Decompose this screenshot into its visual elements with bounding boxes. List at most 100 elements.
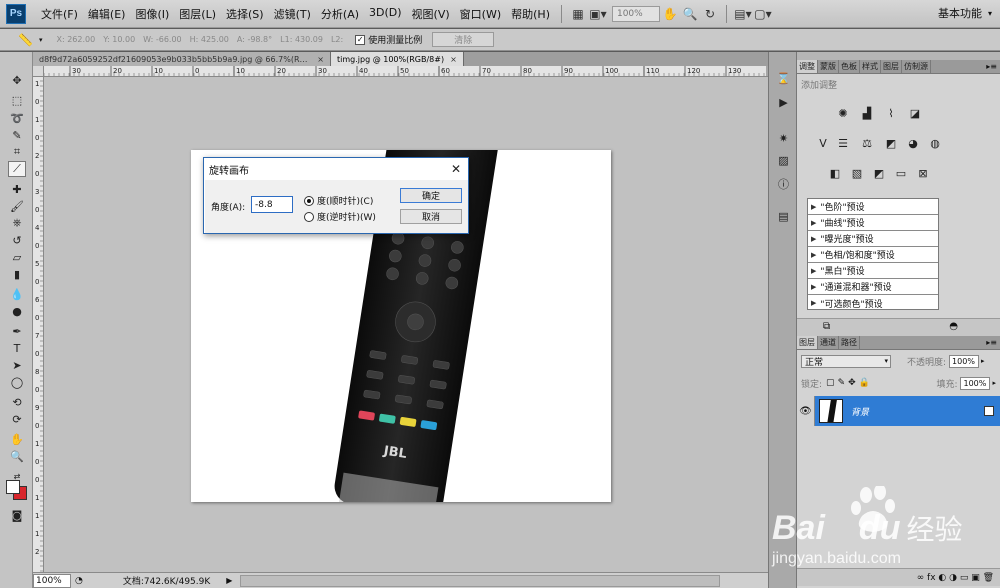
history-panel-icon[interactable]: ⌛ [775,70,792,86]
eye-icon[interactable]: 👁 [797,396,815,426]
use-measure-scale[interactable]: ✓ 使用测量比例 [355,33,422,46]
selective-color-icon[interactable]: ⊠ [915,166,931,181]
3d-rotate-tool-icon[interactable]: ⟲ [8,394,26,410]
tab-layers-comp[interactable]: 图层 [881,60,902,73]
hand-icon[interactable]: ✋ [660,5,680,23]
navigator-panel-icon[interactable]: ✷ [775,130,792,146]
lock-all-icon[interactable]: 🔒 [859,378,870,388]
list-item[interactable]: ▶ "色阶"预设 [808,199,938,215]
shape-tool-icon[interactable]: ◯ [8,374,26,390]
threshold-icon[interactable]: ◩ [871,166,887,181]
menu-analysis[interactable]: 分析(A) [316,6,364,22]
tab-document-1[interactable]: d8f9d72a6059252df21609053e9b033b5bb5b9a9… [33,52,331,66]
gradient-tool-icon[interactable]: ▮ [8,266,26,282]
3d-orbit-tool-icon[interactable]: ⟳ [8,411,26,427]
list-item[interactable]: ▶ "曝光度"预设 [808,231,938,247]
lock-transparency-icon[interactable]: ▢ [826,378,835,388]
canvas-area[interactable]: JBL [44,77,768,572]
panel-menu-icon[interactable]: ▸≡ [986,336,1000,349]
menu-image[interactable]: 图像(I) [130,6,174,22]
color-balance-icon[interactable]: ⚖ [859,136,875,151]
cancel-button[interactable]: 取消 [400,209,462,224]
menu-3d[interactable]: 3D(D) [364,6,407,22]
curves-icon[interactable]: ⌇ [883,106,899,121]
ruler-tool-icon[interactable]: ⟋ [8,161,26,177]
move-tool-icon[interactable]: ✥ [8,72,26,88]
list-item[interactable]: ▶ "黑白"预设 [808,263,938,279]
tab-layers[interactable]: 图层 [797,336,818,349]
tab-document-2[interactable]: timg.jpg @ 100%(RGB/8#) × [331,52,464,66]
menu-file[interactable]: 文件(F) [36,6,83,22]
clockwise-option[interactable]: 度(顺时针)(C) [304,194,373,207]
layers-footer-icons[interactable]: ∞ fx ◐ ◑ ▭ ▣ 🗑 [917,573,994,583]
close-icon[interactable]: × [450,55,457,64]
hand-tool-icon[interactable]: ✋ [8,431,26,447]
info-panel-icon[interactable]: ⓘ [775,176,792,192]
layer-row-background[interactable]: 👁 背景 [797,396,1000,426]
horizontal-ruler[interactable]: 3020100102030405060708090100110120130140 [44,66,768,77]
quick-mask-icon[interactable]: ◙ [8,507,26,523]
foreground-color-swatch[interactable] [6,480,20,494]
tab-masks[interactable]: 蒙版 [818,60,839,73]
chevron-right-icon[interactable]: ▸ [981,357,985,365]
tab-styles[interactable]: 样式 [860,60,881,73]
radio-unselected-icon[interactable] [304,211,314,222]
clip-icon[interactable]: ⧉ [823,321,830,332]
horizontal-scrollbar[interactable] [240,574,721,587]
menu-help[interactable]: 帮助(H) [506,6,555,22]
counterclockwise-option[interactable]: 度(逆时针)(W) [304,210,376,223]
blend-mode-select[interactable]: 正常 ▾ [801,354,891,368]
workspace-switcher[interactable]: 基本功能 ▾ [938,5,992,21]
crop-tool-icon[interactable]: ⌗ [8,144,26,160]
new-adjustment-icon[interactable]: ◓ [949,321,958,332]
bridge-icon[interactable]: ▦ [568,5,588,23]
close-icon[interactable]: × [317,55,324,64]
list-item[interactable]: ▶ "通道混和器"预设 [808,279,938,295]
menu-layer[interactable]: 图层(L) [174,6,221,22]
close-icon[interactable]: ✕ [444,159,468,179]
menu-window[interactable]: 窗口(W) [455,6,506,22]
opacity-field[interactable]: 100% [949,354,980,368]
history-brush-tool-icon[interactable]: ↺ [8,232,26,248]
status-options-icon[interactable]: ◔ [75,576,83,586]
channel-mixer-icon[interactable]: ◍ [927,136,943,151]
levels-icon[interactable]: ▟ [859,106,875,121]
marquee-tool-icon[interactable]: ⬚ [8,92,26,108]
zoom-field[interactable]: 100% [611,5,660,22]
invert-icon[interactable]: ◧ [827,166,843,181]
actions-panel-icon[interactable]: ▶ [775,94,792,110]
quick-select-tool-icon[interactable]: ✎ [8,127,26,143]
photo-filter-icon[interactable]: ◕ [905,136,921,151]
ruler-origin[interactable] [33,66,44,77]
lasso-tool-icon[interactable]: ➰ [8,110,26,126]
zoom-icon[interactable]: 🔍 [680,5,700,23]
menu-view[interactable]: 视图(V) [407,6,455,22]
eraser-tool-icon[interactable]: ▱ [8,249,26,265]
view-extras-icon[interactable]: ▣▾ [588,5,608,23]
notes-panel-icon[interactable]: ▤ [775,208,792,224]
zoom-tool-icon[interactable]: 🔍 [8,448,26,464]
checkbox-checked-icon[interactable]: ✓ [355,34,366,45]
exposure-icon[interactable]: ◪ [907,106,923,121]
arrange-documents-icon[interactable]: ▤▾ [733,5,753,23]
dialog-titlebar[interactable]: 旋转画布 ✕ [204,158,468,180]
dodge-tool-icon[interactable]: ● [8,303,26,319]
list-item[interactable]: ▶ "色相/饱和度"预设 [808,247,938,263]
type-tool-icon[interactable]: T [8,340,26,356]
tab-swatches[interactable]: 色板 [839,60,860,73]
radio-selected-icon[interactable] [304,195,314,206]
brightness-icon[interactable]: ✺ [835,106,851,121]
chevron-right-icon[interactable]: ▸ [992,379,996,387]
list-item[interactable]: ▶ "可选颜色"预设 [808,295,938,311]
menu-edit[interactable]: 编辑(E) [83,6,131,22]
spot-healing-tool-icon[interactable]: ✚ [8,181,26,197]
screen-mode-icon[interactable]: ▢▾ [753,5,773,23]
panel-menu-icon[interactable]: ▸≡ [986,60,1000,73]
hue-saturation-icon[interactable]: ☰ [835,136,851,151]
black-white-icon[interactable]: ◩ [883,136,899,151]
gradient-map-icon[interactable]: ▭ [893,166,909,181]
tab-clone-source[interactable]: 仿制源 [902,60,931,73]
clone-stamp-tool-icon[interactable]: ⎈ [8,215,26,231]
ruler-tool-icon[interactable]: 📏 [18,33,33,47]
tab-adjustments[interactable]: 调整 [797,60,818,73]
